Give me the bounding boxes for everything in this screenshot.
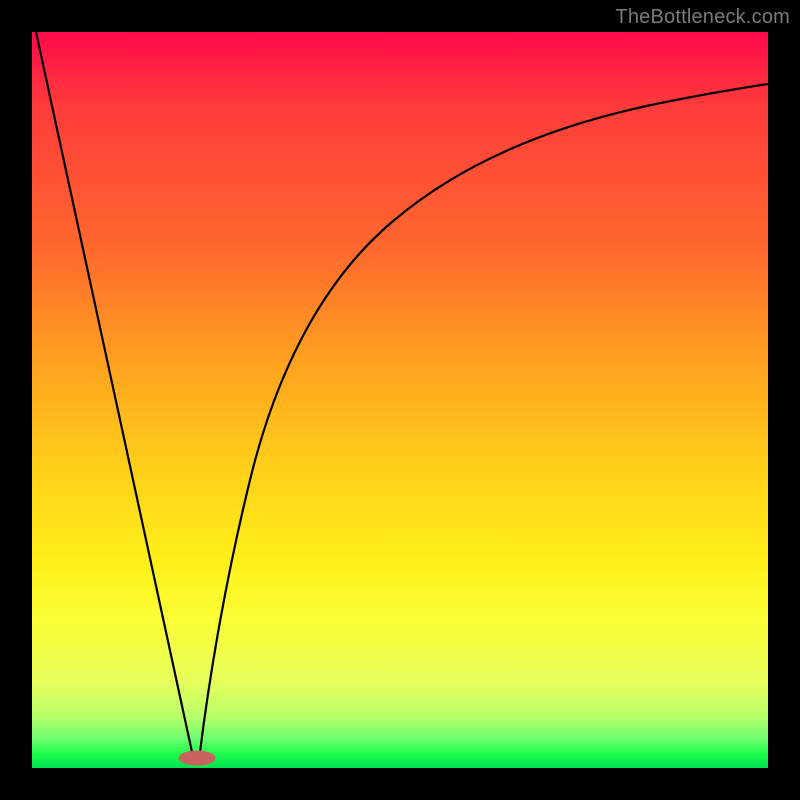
curve-left-branch	[36, 32, 192, 752]
minimum-marker	[179, 751, 215, 765]
chart-plot-area	[32, 32, 768, 768]
curve-right-branch	[200, 84, 768, 752]
chart-frame: TheBottleneck.com	[0, 0, 800, 800]
chart-curves	[32, 32, 768, 768]
attribution-text: TheBottleneck.com	[615, 6, 790, 29]
